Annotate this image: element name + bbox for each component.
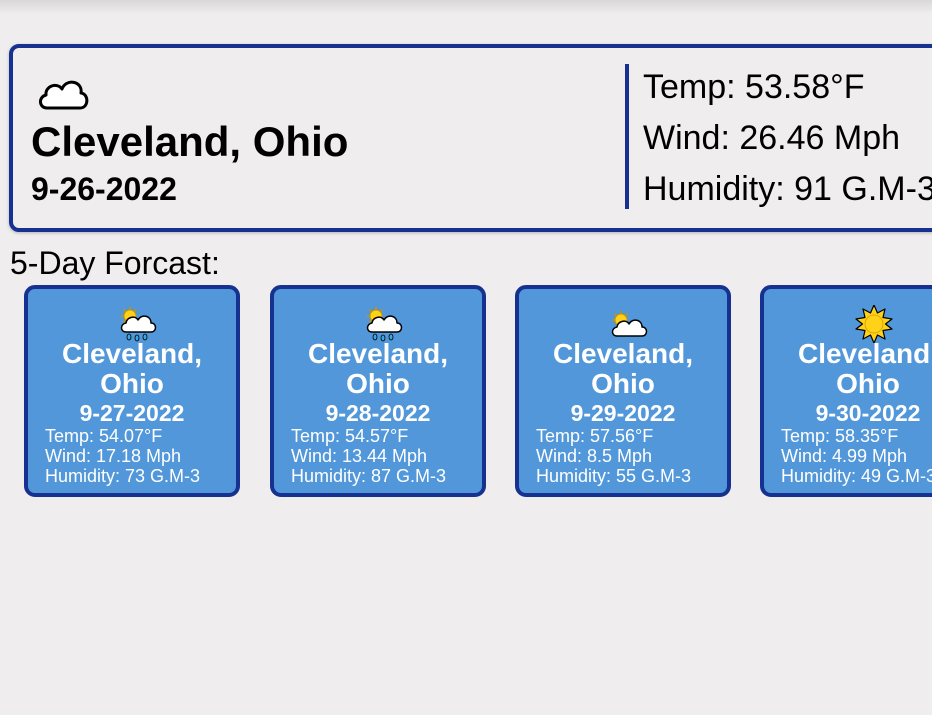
forecast-city-name: Cleveland, Ohio bbox=[307, 338, 449, 399]
current-stats: Temp: 53.58°F Wind: 26.46 Mph Humidity: … bbox=[643, 62, 932, 215]
current-temp: Temp: 53.58°F bbox=[643, 68, 865, 106]
forecast-stats: Temp: 54.07°F Wind: 17.18 Mph Humidity: … bbox=[45, 426, 200, 486]
forecast-card: Cleveland, Ohio 9-27-2022 Temp: 54.07°F … bbox=[24, 285, 240, 497]
stats-divider bbox=[625, 64, 629, 209]
forecast-date: 9-29-2022 bbox=[570, 400, 676, 426]
top-bar-shadow bbox=[0, 0, 932, 14]
forecast-temp: Temp: 58.35°F bbox=[781, 426, 899, 446]
forecast-date: 9-27-2022 bbox=[79, 400, 185, 426]
forecast-temp: Temp: 54.57°F bbox=[291, 426, 409, 446]
current-date: 9-26-2022 bbox=[31, 171, 177, 207]
forecast-city-name: Cleveland, Ohio bbox=[552, 338, 694, 399]
forecast-stats: Temp: 54.57°F Wind: 13.44 Mph Humidity: … bbox=[291, 426, 446, 486]
current-humidity: Humidity: 91 G.M-3 bbox=[643, 170, 932, 208]
forecast-city-name: Cleveland, Ohio bbox=[61, 338, 203, 399]
forecast-wind: Wind: 4.99 Mph bbox=[781, 446, 908, 466]
forecast-date: 9-30-2022 bbox=[815, 400, 921, 426]
forecast-humidity: Humidity: 73 G.M-3 bbox=[45, 466, 201, 486]
forecast-date: 9-28-2022 bbox=[325, 400, 431, 426]
forecast-city-name: Cleveland, Ohio bbox=[797, 338, 932, 399]
forecast-stats: Temp: 58.35°F Wind: 4.99 Mph Humidity: 4… bbox=[781, 426, 932, 486]
current-weather-card: Cleveland, Ohio 9-26-2022 Temp: 53.58°F … bbox=[9, 44, 932, 232]
forecast-temp: Temp: 57.56°F bbox=[536, 426, 654, 446]
forecast-temp: Temp: 54.07°F bbox=[45, 426, 163, 446]
forecast-wind: Wind: 17.18 Mph bbox=[45, 446, 182, 466]
forecast-card: Cleveland, Ohio 9-30-2022 Temp: 58.35°F … bbox=[760, 285, 932, 497]
forecast-heading: 5-Day Forcast: bbox=[10, 245, 220, 281]
current-wind: Wind: 26.46 Mph bbox=[643, 119, 901, 157]
forecast-wind: Wind: 13.44 Mph bbox=[291, 446, 428, 466]
forecast-humidity: Humidity: 49 G.M-3 bbox=[781, 466, 932, 486]
forecast-wind: Wind: 8.5 Mph bbox=[536, 446, 653, 466]
forecast-humidity: Humidity: 55 G.M-3 bbox=[536, 466, 692, 486]
forecast-humidity: Humidity: 87 G.M-3 bbox=[291, 466, 447, 486]
forecast-card: Cleveland, Ohio 9-29-2022 Temp: 57.56°F … bbox=[515, 285, 731, 497]
forecast-stats: Temp: 57.56°F Wind: 8.5 Mph Humidity: 55… bbox=[536, 426, 691, 486]
current-city-name: Cleveland, Ohio bbox=[31, 118, 349, 165]
forecast-card: Cleveland, Ohio 9-28-2022 Temp: 54.57°F … bbox=[270, 285, 486, 497]
cloud-icon bbox=[39, 80, 89, 110]
